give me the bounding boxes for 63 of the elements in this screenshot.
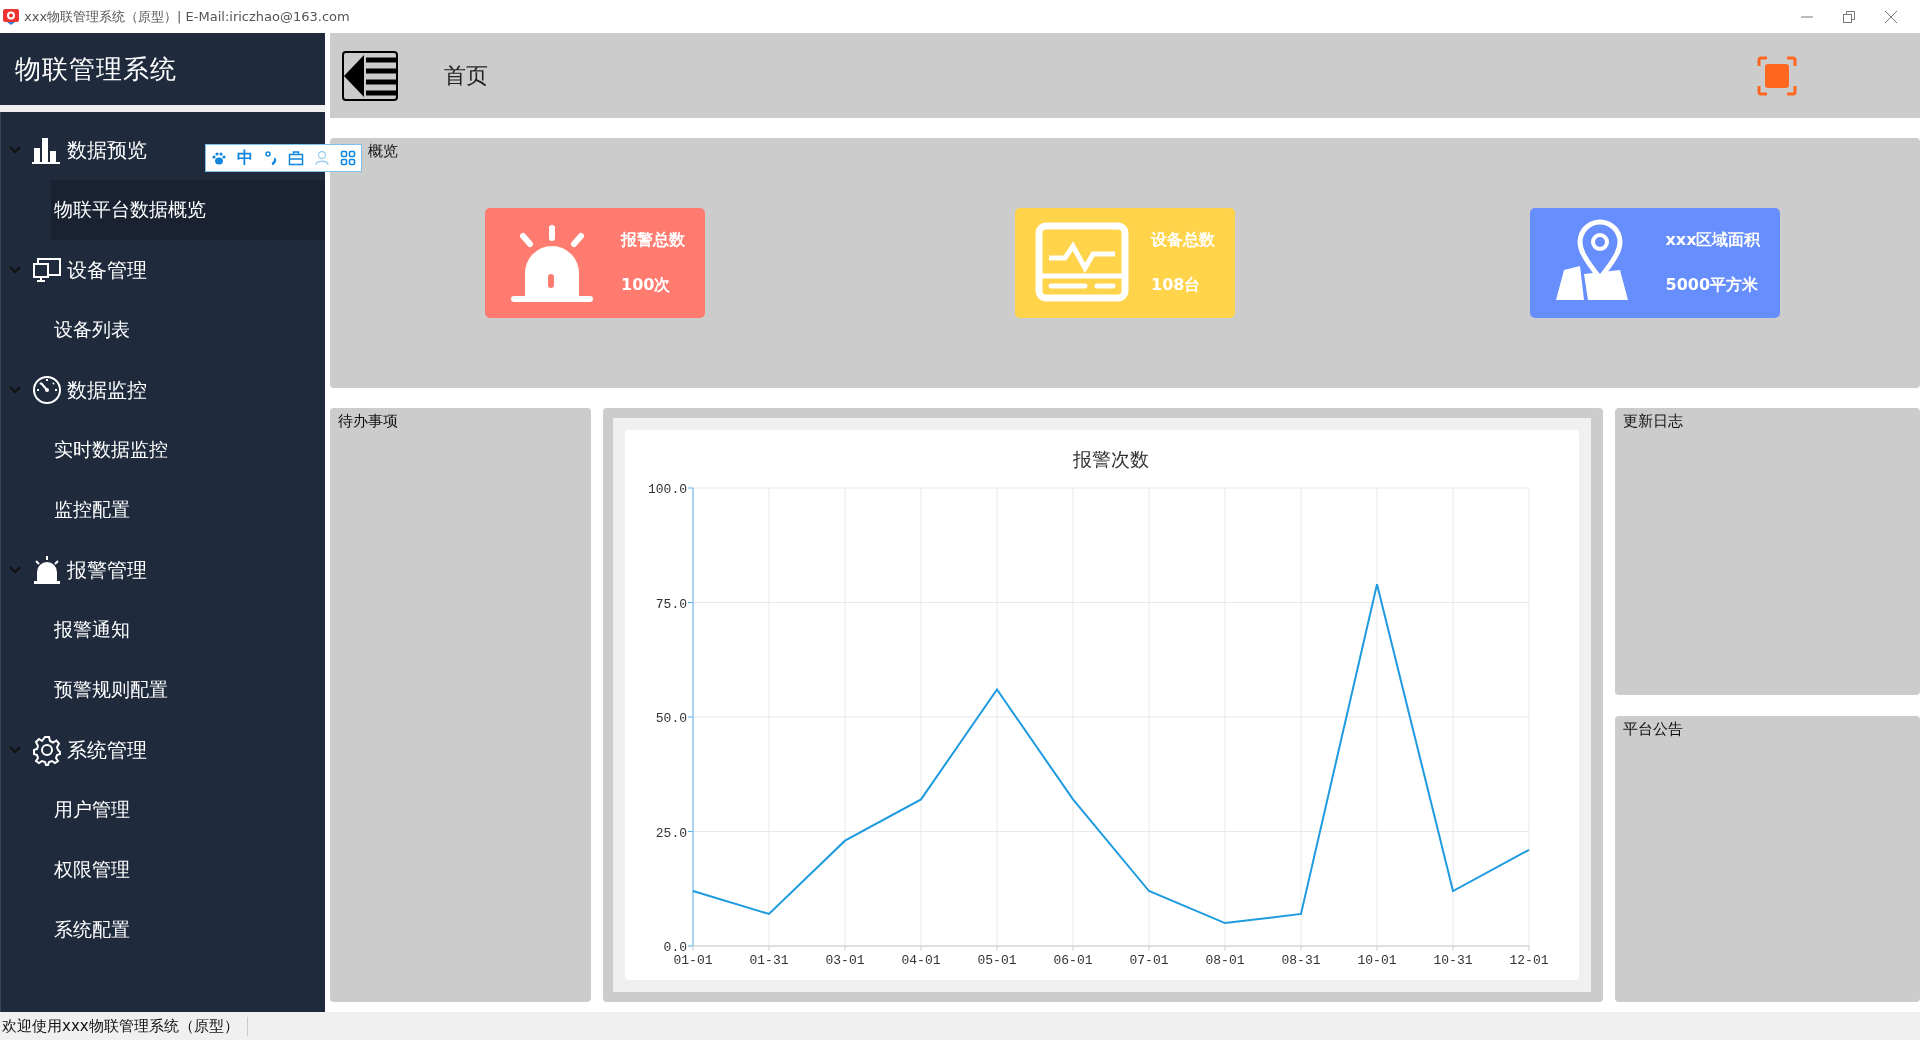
menu-item[interactable]: 物联平台数据概览 — [51, 180, 325, 240]
y-tick-label: 0.0 — [663, 940, 687, 955]
y-tick-label: 100.0 — [648, 482, 687, 497]
panel-title: 待办事项 — [338, 412, 398, 431]
caret-icon — [9, 566, 21, 574]
stat-value: 5000平方米 — [1665, 275, 1760, 296]
menu-item[interactable]: 实时数据监控 — [1, 420, 325, 480]
stat-label: 设备总数 — [1151, 230, 1215, 251]
menu-item[interactable]: 用户管理 — [1, 780, 325, 840]
menu-item[interactable]: 设备列表 — [1, 300, 325, 360]
y-tick-label: 50.0 — [655, 711, 687, 726]
restore-icon[interactable] — [1842, 9, 1856, 24]
x-tick-label: 01-31 — [749, 953, 789, 968]
gauge-icon — [31, 374, 63, 406]
menu-item[interactable]: 权限管理 — [1, 840, 325, 900]
panel-title: 平台公告 — [1623, 719, 1683, 739]
collapse-menu-button[interactable] — [342, 50, 398, 101]
x-tick-label: 06-01 — [1053, 953, 1093, 968]
caret-icon — [9, 746, 21, 754]
x-tick-label: 07-01 — [1129, 953, 1169, 968]
collapse-menu-icon — [342, 50, 398, 101]
status-text: 欢迎使用xxx物联管理系统（原型） — [0, 1016, 248, 1036]
paw-icon[interactable] — [210, 150, 227, 166]
punctuation-icon[interactable] — [262, 150, 279, 166]
menu-item[interactable]: 监控配置 — [1, 480, 325, 540]
input-mode-toggle[interactable]: 中 — [236, 147, 253, 169]
x-tick-label: 10-31 — [1433, 953, 1473, 968]
menu-item[interactable]: 系统配置 — [1, 900, 325, 960]
x-tick-label: 10-01 — [1357, 953, 1397, 968]
close-icon[interactable] — [1884, 9, 1898, 24]
stat-value: 100次 — [621, 275, 672, 296]
x-tick-label: 04-01 — [901, 953, 941, 968]
gear-icon — [31, 734, 63, 766]
menu-group[interactable]: 报警管理 — [1, 540, 325, 600]
x-tick-label: 03-01 — [825, 953, 865, 968]
menu-group[interactable]: 设备管理 — [1, 240, 325, 300]
x-tick-label: 08-01 — [1205, 953, 1245, 968]
page-title: 首页 — [444, 61, 488, 90]
menu-group[interactable]: 数据监控 — [1, 360, 325, 420]
window-title: xxx物联管理系统（原型）| E-Mail:iriczhao@163.com — [24, 7, 350, 26]
fullscreen-icon — [1757, 55, 1797, 96]
y-tick-label: 75.0 — [655, 596, 687, 612]
menu-item[interactable]: 报警通知 — [1, 600, 325, 660]
menu-item[interactable]: 预警规则配置 — [1, 660, 325, 720]
panel-title: 更新日志 — [1623, 412, 1683, 431]
chart-title: 报警次数 — [1073, 448, 1149, 470]
y-tick-label: 25.0 — [655, 825, 687, 841]
briefcase-icon[interactable] — [288, 150, 305, 166]
stat-value: 108台 — [1151, 275, 1202, 296]
alarm-light-icon — [31, 554, 63, 586]
caret-icon — [9, 266, 21, 274]
x-tick-label: 01-01 — [673, 953, 713, 968]
menu-group[interactable]: 系统管理 — [1, 720, 325, 780]
stat-label: 报警总数 — [621, 230, 685, 251]
caret-icon — [9, 146, 21, 154]
x-tick-label: 12-01 — [1509, 953, 1549, 968]
x-tick-label: 05-01 — [977, 953, 1017, 968]
stat-label: xxx区域面积 — [1665, 230, 1761, 251]
grid-icon[interactable] — [340, 150, 357, 166]
caret-icon — [9, 386, 21, 394]
x-tick-label: 08-31 — [1281, 953, 1321, 968]
panel-title: 概览 — [368, 142, 398, 161]
app-title: 物联管理系统 — [15, 52, 177, 86]
